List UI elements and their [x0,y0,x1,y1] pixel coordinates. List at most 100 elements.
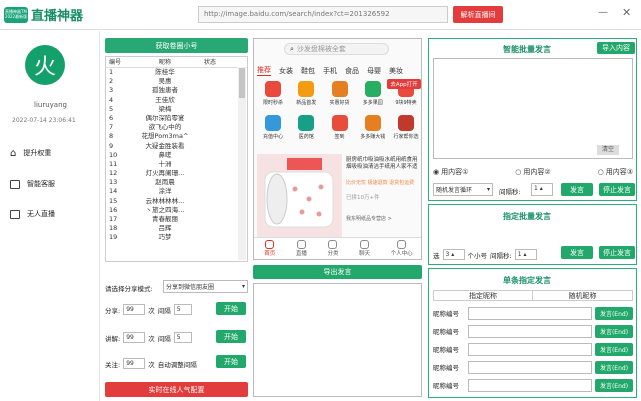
radio-content-2[interactable]: ○ 用内容② [515,167,550,177]
browser-bottom-nav-item[interactable]: 聊天 [359,240,370,257]
smart-send-button[interactable]: 发言 [561,183,593,196]
browser-tab[interactable]: 女装 [279,66,293,76]
radio-label: 用内容① [441,168,469,176]
content-textarea[interactable] [433,58,633,159]
browser-shortcut[interactable]: 行家帮你选 [390,115,421,140]
browser-tab[interactable]: 食品 [345,66,359,76]
close-icon[interactable]: ✕ [622,6,631,19]
share-count-input[interactable]: 99 [123,304,146,315]
row-nickname: 青春靓丽 [152,215,178,223]
table-row[interactable]: 6 偶尔深陷零宴 [106,114,247,123]
specified-stop-button[interactable]: 停止发言 [599,246,635,259]
table-row[interactable]: 8 花想Pom3ma^ [106,132,247,141]
browser-bottom-nav-item[interactable]: 分类 [327,240,338,257]
follow-count-input[interactable]: 99 [123,358,146,369]
import-content-button[interactable]: 导入内容 [597,42,635,54]
send-end-button[interactable]: 发言(End) [595,342,633,356]
send-end-button[interactable]: 发言(End) [595,306,633,320]
browser-bottom-nav-item[interactable]: 首页 [264,240,275,257]
smart-stop-button[interactable]: 停止发言 [599,183,635,196]
embedded-browser[interactable]: ⌕ 沙发盘棉被全套 推荐 女装 鞋包 手机 食品 母婴 美妆 限时秒杀 新品首发 实惠好货 多多果… [253,38,422,260]
table-row[interactable]: 14 涂洋 [106,187,247,196]
table-row[interactable]: 4 王佳欣 [106,96,247,105]
share-mode-select[interactable]: 分享到微信朋友圈 ▾ [163,280,248,293]
comment-input[interactable] [468,360,592,374]
comment-input[interactable] [468,324,592,338]
browser-bottom-nav-item[interactable]: 直播 [296,240,307,257]
comment-count-input[interactable]: 99 [123,332,146,343]
browser-tab[interactable]: 手机 [323,66,337,76]
specified-interval-input[interactable]: 1 ▴ [514,249,537,260]
table-row[interactable]: 7 欲飞心中的 [106,123,247,132]
table-row[interactable]: 2 吴惠 [106,77,247,86]
browser-tab[interactable]: 母婴 [367,66,381,76]
send-end-button[interactable]: 发言(End) [595,324,633,338]
table-row[interactable]: 19 巧梦 [106,233,247,242]
browser-shortcut[interactable]: 限时秒杀 [257,81,289,106]
url-input[interactable]: http://image.baidu.com/search/index?ct=2… [198,6,448,23]
shop-link[interactable]: 我东明纸品专营店 > [346,215,392,222]
table-row[interactable]: 17 青春靓丽 [106,215,247,224]
table-row[interactable]: 9 大疑金胜装看 [106,142,247,151]
sidebar-item-smart-service[interactable]: 智能客服 [10,176,95,192]
product-sales: 已拼10万+件 [346,195,380,201]
export-comments-button[interactable]: 导出发言 [253,265,422,279]
radio-content-1[interactable]: ◉ 用内容① [433,167,468,177]
browser-shortcut[interactable]: 充值中心 [257,115,289,140]
fetch-accounts-button[interactable]: 获取卷圈小号 [105,38,248,53]
table-row[interactable]: 10 鼻嗟 [106,151,247,160]
minimize-icon[interactable]: — [598,7,608,18]
row-status [200,169,234,178]
comment-start-button[interactable]: 开始 [216,330,246,343]
browser-tab[interactable]: 鞋包 [301,66,315,76]
browser-shortcut[interactable]: 实惠好货 [324,81,356,106]
radio-content-3[interactable]: ○ 用内容③ [598,167,633,177]
comment-interval-input[interactable]: 5 [173,332,192,343]
row-status [200,114,234,123]
browser-search-box[interactable]: ⌕ 沙发盘棉被全套 [284,43,389,55]
send-end-button[interactable]: 发言(End) [595,378,633,392]
account-count-input[interactable]: 3 ▴ [442,249,465,260]
table-row[interactable]: 16 丶旅之四海... [106,206,247,215]
smart-interval-input[interactable]: 1 ▴ [531,183,553,196]
browser-bottom-nav-item[interactable]: 个人中心 [391,240,413,257]
product-image[interactable] [257,154,342,237]
browser-shortcut[interactable]: 签到 [324,115,356,140]
table-row[interactable]: 3 孤独患者 [106,86,247,95]
browser-tab[interactable]: 美妆 [389,66,403,76]
product-description[interactable]: 厨房纸巾吸油吸水纸用纸食用烟吸吸油清洁手纸用人家不适 [346,157,421,171]
table-row[interactable]: 18 吕辉 [106,224,247,233]
comment-input[interactable] [468,306,592,320]
table-row[interactable]: 5 梁梅 [106,105,247,114]
sidebar-item-boost-weight[interactable]: ⌂ 提升权重 [10,145,95,161]
preview-area [253,283,422,397]
table-row[interactable]: 15 云林林林林... [106,197,247,206]
browser-tab[interactable]: 推荐 [257,65,271,76]
tab-specified-nickname[interactable]: 指定昵称 [434,290,533,301]
share-interval-input[interactable]: 5 [173,304,192,315]
send-mode-select[interactable]: 随机发言循环 ▾ [433,183,493,196]
parse-live-room-button[interactable]: 解析直播间 [453,6,503,23]
tab-random-nickname[interactable]: 随机昵称 [533,291,632,301]
browser-shortcut[interactable]: 医药馆 [290,115,322,140]
comment-input[interactable] [468,378,592,392]
table-row[interactable]: 12 灯火再阑珊... [106,169,247,178]
browser-shortcut[interactable]: 多多赚大钱 [357,115,389,140]
clear-button[interactable]: 清空 [597,145,619,155]
open-app-button[interactable]: 去App打开 [387,79,421,89]
table-row[interactable]: 13 赵雨晨 [106,178,247,187]
table-row[interactable]: 11 十洲 [106,160,247,169]
shortcut-label: 新品首发 [296,100,317,106]
table-row[interactable]: 1 陈桂华 [106,68,247,77]
follow-start-button[interactable]: 开始 [216,355,246,368]
shortcut-label: 实惠好货 [329,100,350,106]
browser-shortcut[interactable]: 多多果园 [357,81,389,106]
specified-send-button[interactable]: 发言 [561,246,593,259]
popularity-config-button[interactable]: 实时在线人气配置 [105,382,248,397]
comment-input[interactable] [468,342,592,356]
send-end-button[interactable]: 发言(End) [595,360,633,374]
sidebar-item-unmanned-live[interactable]: 无人直播 [10,206,95,222]
share-start-button[interactable]: 开始 [216,302,246,315]
scrollbar-thumb[interactable] [239,68,245,98]
browser-shortcut[interactable]: 新品首发 [290,81,322,106]
